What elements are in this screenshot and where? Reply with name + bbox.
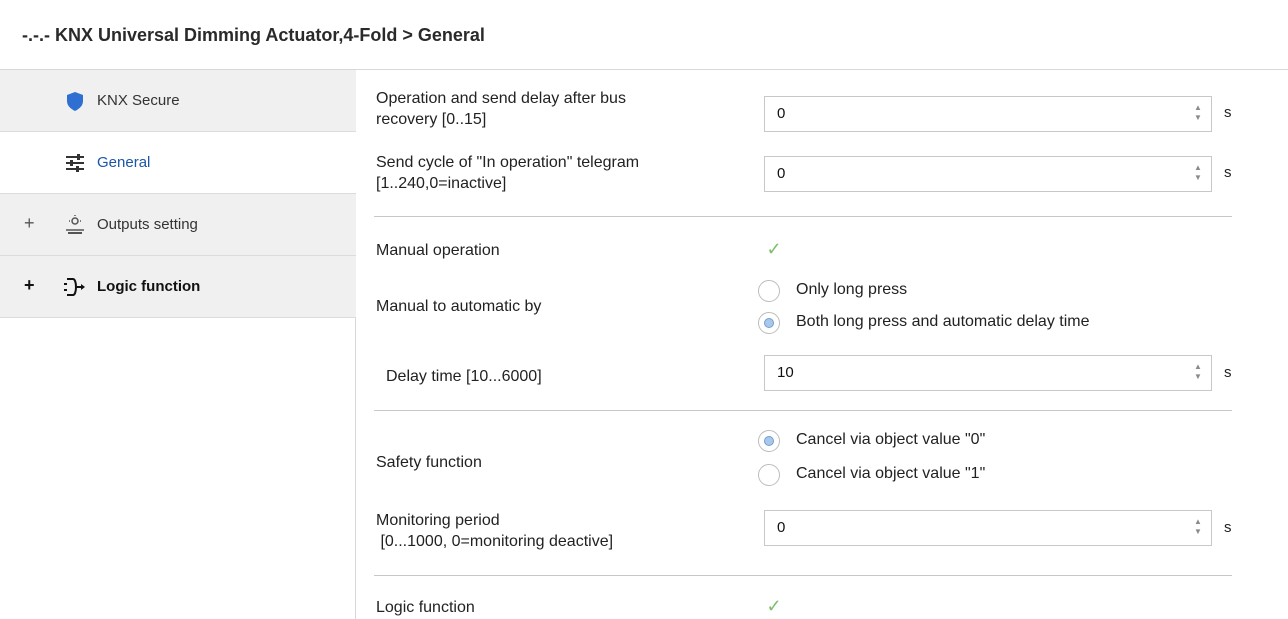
delay-time-value: 10 xyxy=(777,364,794,381)
spin-arrows-icon[interactable]: ▲ ▼ xyxy=(1193,163,1203,185)
send-cycle-spinbox[interactable]: 0 ▲ ▼ xyxy=(764,156,1212,192)
monitoring-period-spinbox[interactable]: 0 ▲ ▼ xyxy=(764,510,1212,546)
expand-icon[interactable]: + xyxy=(24,275,35,296)
radio-button[interactable] xyxy=(758,312,780,334)
logic-function-label: Logic function xyxy=(376,599,475,616)
sidebar-item-knx-secure[interactable]: KNX Secure xyxy=(0,70,356,132)
op-delay-unit: s xyxy=(1224,104,1232,121)
manual-operation-checkbox[interactable]: ✓ xyxy=(763,238,785,260)
radio-cancel-value-0[interactable]: Cancel via object value "0" xyxy=(758,428,1228,454)
spin-arrows-icon[interactable]: ▲ ▼ xyxy=(1193,517,1203,539)
radio-both-long-press-delay[interactable]: Both long press and automatic delay time xyxy=(758,310,1228,336)
radio-cancel-value-1[interactable]: Cancel via object value "1" xyxy=(758,462,1228,488)
op-delay-value: 0 xyxy=(777,105,786,122)
expand-icon[interactable]: + xyxy=(24,213,35,234)
divider xyxy=(374,575,1232,576)
title-bar: -.-.- KNX Universal Dimming Actuator,4-F… xyxy=(0,0,1288,70)
safety-function-label: Safety function xyxy=(376,454,482,471)
radio-only-long-press[interactable]: Only long press xyxy=(758,278,1228,304)
sliders-icon xyxy=(64,152,86,174)
radio-button[interactable] xyxy=(758,464,780,486)
manual-to-auto-label: Manual to automatic by xyxy=(376,298,542,315)
sidebar-item-label: Outputs setting xyxy=(97,216,198,233)
parameter-panel: Operation and send delay after bus recov… xyxy=(356,70,1288,619)
delay-time-spinbox[interactable]: 10 ▲ ▼ xyxy=(764,355,1212,391)
sidebar-item-logic-function[interactable]: + Logic function xyxy=(0,256,356,318)
send-cycle-label: Send cycle of "In operation" telegram [1… xyxy=(376,154,640,192)
sidebar-item-label: Logic function xyxy=(97,278,201,295)
sidebar-item-outputs-setting[interactable]: + Outputs setting xyxy=(0,194,356,256)
monitoring-period-value: 0 xyxy=(777,519,786,536)
spin-arrows-icon[interactable]: ▲ ▼ xyxy=(1193,103,1203,125)
radio-button[interactable] xyxy=(758,430,780,452)
lamp-icon xyxy=(64,214,86,236)
spin-arrows-icon[interactable]: ▲ ▼ xyxy=(1193,362,1203,384)
sidebar-item-label: KNX Secure xyxy=(97,92,180,109)
sidebar: KNX Secure General + Outputs setting + L… xyxy=(0,70,356,619)
op-delay-spinbox[interactable]: 0 ▲ ▼ xyxy=(764,96,1212,132)
logic-icon xyxy=(64,276,86,298)
op-delay-label: Operation and send delay after bus recov… xyxy=(376,90,626,128)
radio-button[interactable] xyxy=(758,280,780,302)
sidebar-item-general[interactable]: General xyxy=(0,132,356,194)
divider xyxy=(374,216,1232,217)
divider xyxy=(374,410,1232,411)
monitoring-period-unit: s xyxy=(1224,519,1232,536)
manual-operation-label: Manual operation xyxy=(376,242,500,259)
delay-time-label: Delay time [10...6000] xyxy=(386,368,542,385)
shield-icon xyxy=(64,90,86,112)
sidebar-item-label: General xyxy=(97,154,151,171)
delay-time-unit: s xyxy=(1224,364,1232,381)
send-cycle-unit: s xyxy=(1224,164,1232,181)
page-title: -.-.- KNX Universal Dimming Actuator,4-F… xyxy=(22,25,485,45)
send-cycle-value: 0 xyxy=(777,165,786,182)
monitoring-period-label: Monitoring period [0...1000, 0=monitorin… xyxy=(376,512,614,550)
logic-function-checkbox[interactable]: ✓ xyxy=(763,595,785,617)
